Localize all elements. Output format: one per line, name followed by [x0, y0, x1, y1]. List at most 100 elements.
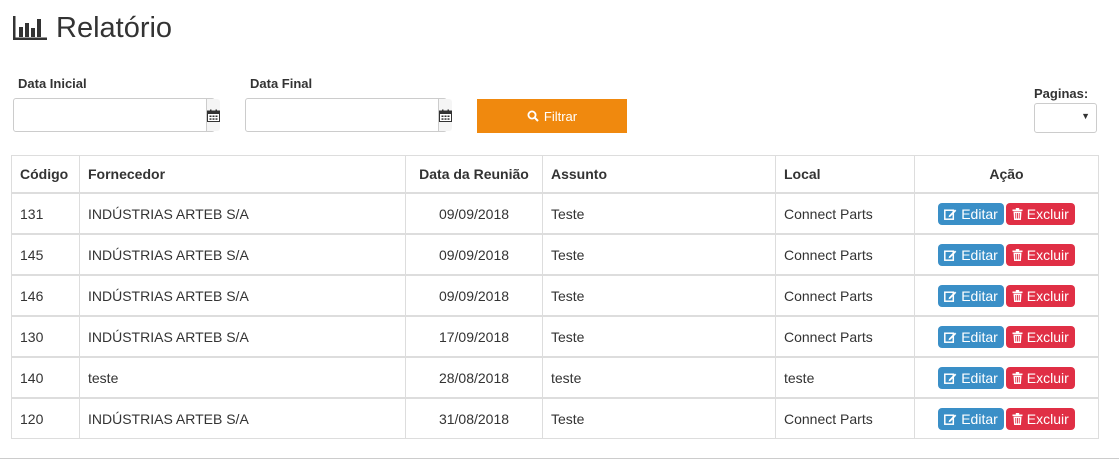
cell-subject: Teste — [542, 192, 776, 235]
cell-subject: Teste — [542, 397, 776, 439]
trash-icon — [1012, 330, 1023, 343]
column-header-location: Local — [775, 155, 915, 194]
cell-code: 131 — [11, 192, 80, 235]
filter-button-label: Filtrar — [543, 108, 578, 124]
edit-icon — [944, 249, 957, 261]
column-header-meeting-date: Data da Reunião — [405, 155, 543, 194]
calendar-icon — [439, 109, 452, 122]
trash-icon — [1012, 371, 1023, 384]
cell-location: Connect Parts — [775, 233, 915, 276]
table-row: 130 INDÚSTRIAS ARTEB S/A 17/09/2018 Teste Co… — [11, 315, 1099, 358]
cell-actions: Editar Excluir — [914, 315, 1099, 358]
cell-location: Connect Parts — [775, 397, 915, 439]
edit-button[interactable]: Editar — [938, 366, 1004, 389]
cell-meeting-date: 31/08/2018 — [405, 397, 543, 439]
calendar-icon — [207, 109, 220, 122]
edit-button-label: Editar — [961, 205, 998, 222]
cell-supplier: INDÚSTRIAS ARTEB S/A — [79, 192, 406, 235]
edit-button[interactable]: Editar — [938, 284, 1004, 307]
cell-meeting-date: 17/09/2018 — [405, 315, 543, 358]
edit-button-label: Editar — [961, 328, 998, 345]
cell-meeting-date: 09/09/2018 — [405, 274, 543, 317]
cell-supplier: INDÚSTRIAS ARTEB S/A — [79, 397, 406, 439]
edit-button-label: Editar — [961, 369, 998, 386]
cell-location: Connect Parts — [775, 192, 915, 235]
report-table: Código Fornecedor Data da Reunião Assunt… — [11, 155, 1099, 439]
delete-button-label: Excluir — [1026, 246, 1069, 263]
cell-supplier: INDÚSTRIAS ARTEB S/A — [79, 315, 406, 358]
trash-icon — [1012, 207, 1023, 220]
trash-icon — [1012, 248, 1023, 261]
cell-meeting-date: 09/09/2018 — [405, 192, 543, 235]
table-row: 146 INDÚSTRIAS ARTEB S/A 09/09/2018 Teste Co… — [11, 274, 1099, 317]
trash-icon — [1012, 289, 1023, 302]
pages-label: Paginas: — [1034, 86, 1089, 101]
cell-code: 130 — [11, 315, 80, 358]
trash-icon — [1012, 412, 1023, 425]
edit-icon — [944, 372, 957, 384]
table-row: 131 INDÚSTRIAS ARTEB S/A 09/09/2018 Teste Co… — [11, 192, 1099, 235]
delete-button[interactable]: Excluir — [1005, 284, 1075, 307]
pages-select[interactable]: ▼ — [1034, 103, 1097, 133]
table-row: 120 INDÚSTRIAS ARTEB S/A 31/08/2018 Teste Co… — [11, 397, 1099, 439]
cell-code: 145 — [11, 233, 80, 276]
table-row: 145 INDÚSTRIAS ARTEB S/A 09/09/2018 Teste Co… — [11, 233, 1099, 276]
page-header: Relatório — [12, 8, 172, 48]
cell-meeting-date: 28/08/2018 — [405, 356, 543, 399]
edit-icon — [944, 208, 957, 220]
start-date-group — [13, 98, 220, 132]
column-header-subject: Assunto — [542, 155, 776, 194]
start-date-label: Data Inicial — [18, 76, 87, 91]
edit-icon — [944, 413, 957, 425]
edit-button-label: Editar — [961, 410, 998, 427]
delete-button-label: Excluir — [1026, 287, 1069, 304]
caret-down-icon: ▼ — [1081, 111, 1090, 121]
delete-button-label: Excluir — [1026, 205, 1069, 222]
end-date-label: Data Final — [250, 76, 313, 91]
cell-subject: Teste — [542, 274, 776, 317]
edit-icon — [944, 290, 957, 302]
delete-button[interactable]: Excluir — [1005, 325, 1075, 348]
filter-button[interactable]: Filtrar — [477, 99, 627, 133]
delete-button[interactable]: Excluir — [1005, 366, 1075, 389]
page-title: Relatório — [56, 11, 173, 44]
cell-actions: Editar Excluir — [914, 397, 1099, 439]
bar-chart-icon — [13, 16, 47, 40]
edit-button[interactable]: Editar — [938, 243, 1004, 266]
end-date-group — [245, 98, 452, 132]
delete-button[interactable]: Excluir — [1005, 407, 1075, 430]
cell-code: 140 — [11, 356, 80, 399]
cell-actions: Editar Excluir — [914, 356, 1099, 399]
cell-meeting-date: 09/09/2018 — [405, 233, 543, 276]
cell-code: 146 — [11, 274, 80, 317]
delete-button[interactable]: Excluir — [1005, 202, 1075, 225]
cell-supplier: INDÚSTRIAS ARTEB S/A — [79, 274, 406, 317]
delete-button-label: Excluir — [1026, 410, 1069, 427]
column-header-code: Código — [11, 155, 80, 194]
cell-subject: Teste — [542, 315, 776, 358]
divider — [0, 458, 1119, 459]
edit-button[interactable]: Editar — [938, 325, 1004, 348]
cell-actions: Editar Excluir — [914, 274, 1099, 317]
cell-subject: Teste — [542, 233, 776, 276]
cell-supplier: teste — [79, 356, 406, 399]
end-date-input[interactable] — [246, 99, 438, 131]
cell-supplier: INDÚSTRIAS ARTEB S/A — [79, 233, 406, 276]
delete-button-label: Excluir — [1026, 328, 1069, 345]
start-date-calendar-button[interactable] — [206, 99, 220, 131]
delete-button[interactable]: Excluir — [1005, 243, 1075, 266]
delete-button-label: Excluir — [1026, 369, 1069, 386]
search-icon — [527, 110, 539, 122]
cell-location: teste — [775, 356, 915, 399]
edit-button[interactable]: Editar — [938, 202, 1004, 225]
start-date-input[interactable] — [14, 99, 206, 131]
table-row: 140 teste 28/08/2018 teste teste Editar Exclui… — [11, 356, 1099, 399]
end-date-calendar-button[interactable] — [438, 99, 452, 131]
cell-subject: teste — [542, 356, 776, 399]
column-header-action: Ação — [914, 155, 1099, 194]
edit-button[interactable]: Editar — [938, 407, 1004, 430]
column-header-supplier: Fornecedor — [79, 155, 406, 194]
cell-location: Connect Parts — [775, 274, 915, 317]
cell-location: Connect Parts — [775, 315, 915, 358]
edit-button-label: Editar — [961, 246, 998, 263]
